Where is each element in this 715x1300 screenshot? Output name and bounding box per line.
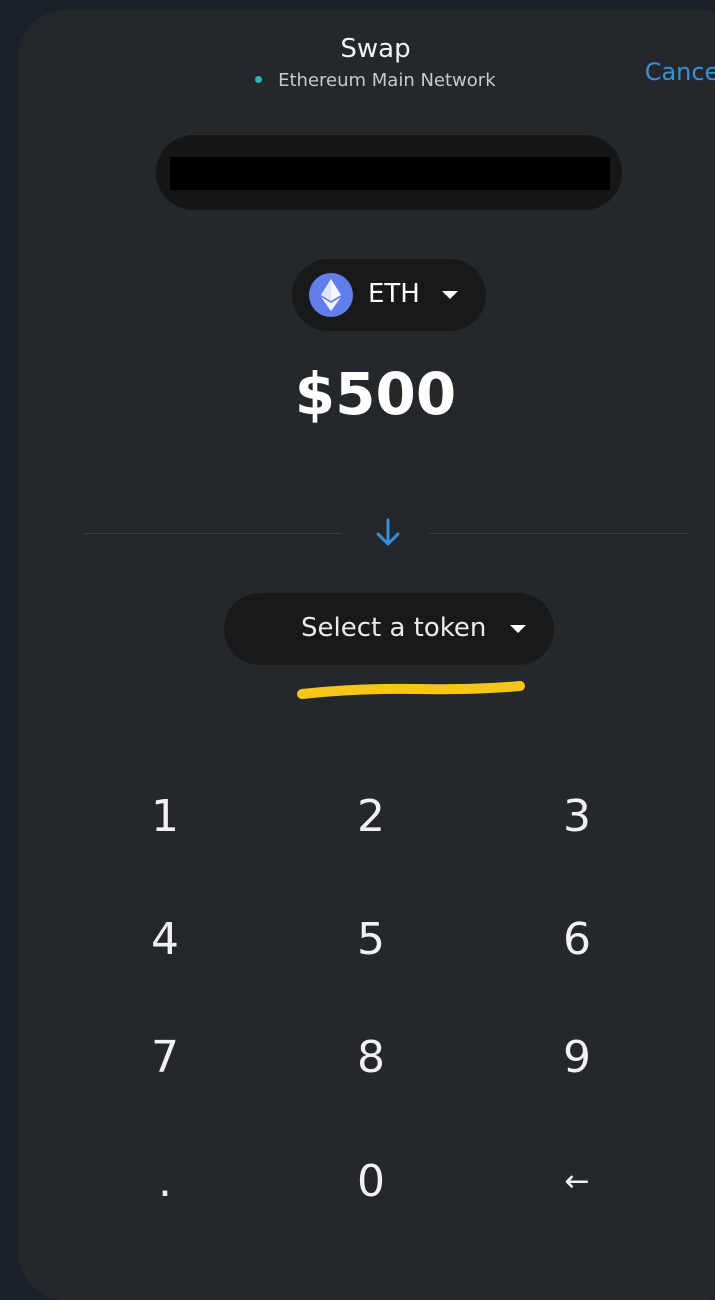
keypad-key-4[interactable]: 4 [105,900,225,980]
keypad-key-2[interactable]: 2 [311,777,431,857]
from-token-selector[interactable]: ETH [292,259,486,331]
keypad-key-0[interactable]: 0 [311,1142,431,1222]
keypad-key-9[interactable]: 9 [517,1018,637,1098]
network-status-dot [255,75,263,83]
select-token-label: Select a token [301,613,487,643]
divider-right [430,533,688,534]
backspace-icon[interactable]: ← [517,1142,637,1222]
keypad-key-6[interactable]: 6 [517,900,637,980]
keypad-key-8[interactable]: 8 [311,1018,431,1098]
divider-left [84,533,342,534]
keypad-key-5[interactable]: 5 [311,900,431,980]
chevron-down-icon [510,625,526,633]
yellow-highlight-stroke [297,681,525,699]
ethereum-icon [309,273,353,317]
from-token-symbol: ETH [368,279,420,309]
swap-amount: $500 [294,360,457,428]
page-title: Swap [340,34,411,64]
network-name: Ethereum Main Network [278,70,496,91]
chevron-down-icon [442,291,458,299]
keypad-key-7[interactable]: 7 [105,1018,225,1098]
cancel-button[interactable]: Cancel [645,58,715,86]
account-selector[interactable] [156,135,622,210]
arrow-down-icon[interactable] [372,516,404,550]
to-token-selector[interactable]: Select a token [224,593,554,665]
keypad-key-1[interactable]: 1 [105,777,225,857]
redacted-account-info [170,157,610,190]
keypad-key-3[interactable]: 3 [517,777,637,857]
keypad-key-decimal[interactable]: . [105,1142,225,1222]
swap-sheet: Swap Ethereum Main Network Cancel ETH $5… [18,10,715,1300]
network-indicator: Ethereum Main Network [18,70,715,91]
